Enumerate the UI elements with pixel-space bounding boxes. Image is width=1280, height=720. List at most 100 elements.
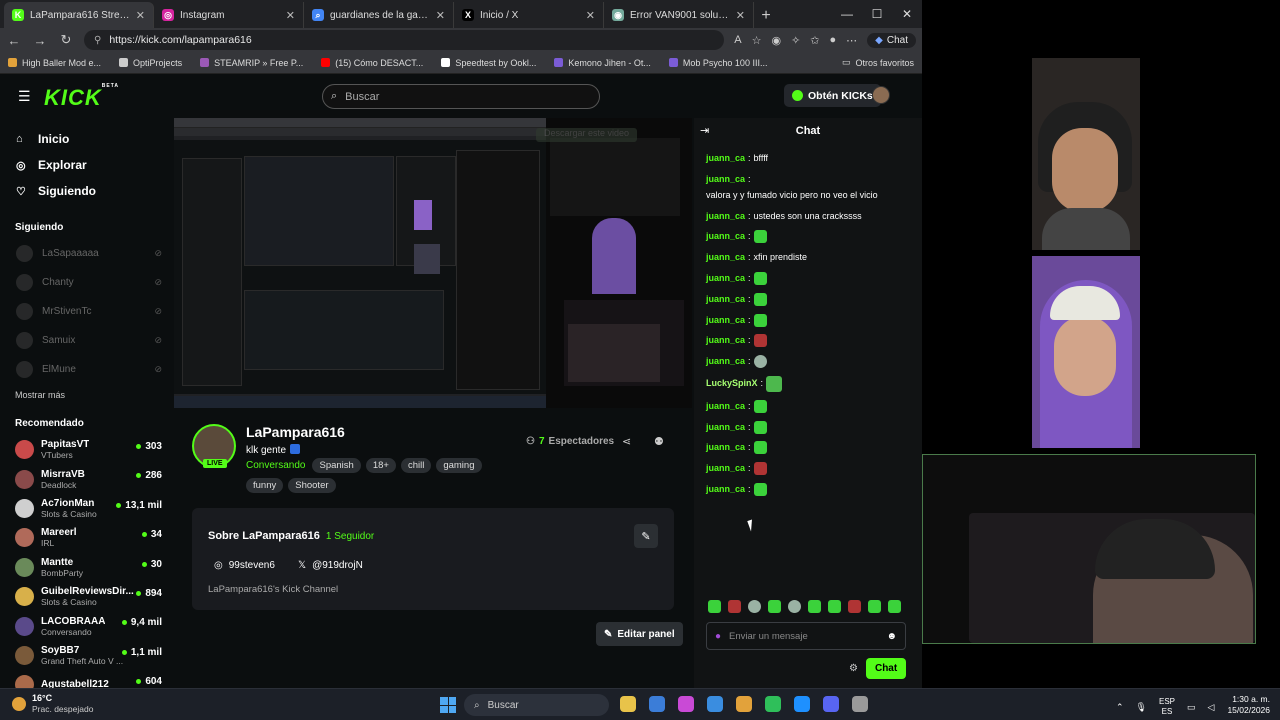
tab-0[interactable]: K LaPampara616 Stream - Watch ✕	[4, 2, 154, 28]
copilot-chat-button[interactable]: ◆ Chat	[867, 32, 916, 48]
tag-chip[interactable]: Spanish	[312, 458, 361, 473]
tab-1[interactable]: ◎ Instagram ✕	[154, 2, 304, 28]
chat-username[interactable]: juann_ca	[706, 355, 745, 368]
back-arrow-icon[interactable]: ←	[6, 33, 22, 48]
chat-username[interactable]: juann_ca	[706, 173, 745, 186]
bookmark-item[interactable]: High Baller Mod e...	[8, 58, 101, 68]
read-aloud-icon[interactable]: A	[734, 34, 741, 46]
minimize-button[interactable]: —	[832, 7, 862, 21]
other-favorites-folder[interactable]: ▭ Otros favoritos	[842, 57, 914, 68]
taskbar-search[interactable]: ⌕ Buscar	[464, 694, 609, 716]
following-item[interactable]: LaSapaaaaa ⊘	[0, 239, 176, 268]
bookmark-item[interactable]: STEAMRIP » Free P...	[200, 58, 303, 68]
bookmark-item[interactable]: Speedtest by Ookl...	[441, 58, 536, 68]
favorites-icon[interactable]: ✩	[810, 34, 819, 47]
bookmark-item[interactable]: (15) Cómo DESACT...	[321, 58, 423, 68]
tab-3[interactable]: X Inicio / X ✕	[454, 2, 604, 28]
microphone-icon[interactable]: ●	[715, 631, 721, 642]
show-more-link[interactable]: Mostrar más	[0, 390, 176, 400]
taskbar-app-icon[interactable]	[852, 696, 868, 712]
tab-4[interactable]: ◉ Error VAN9001 solución ✕	[604, 2, 754, 28]
bookmark-item[interactable]: OptiProjects	[119, 58, 182, 68]
following-item[interactable]: Chanty ⊘	[0, 268, 176, 297]
taskbar-app-icon[interactable]	[794, 696, 810, 712]
following-item[interactable]: ElMune ⊘	[0, 355, 176, 384]
more-menu-icon[interactable]: ⋯	[846, 34, 857, 47]
chat-username[interactable]: juann_ca	[706, 462, 745, 475]
close-icon[interactable]: ✕	[136, 9, 145, 22]
gear-icon[interactable]: ⚙	[849, 663, 858, 674]
edit-panel-button[interactable]: ✎ Editar panel	[596, 622, 683, 646]
get-kicks-button[interactable]: Obtén KICKs	[784, 84, 881, 107]
taskbar-app-icon[interactable]	[649, 696, 665, 712]
emoji-picker-icon[interactable]: ☻	[886, 631, 897, 642]
nav-item-siguiendo[interactable]: ♡ Siguiendo	[0, 178, 176, 204]
emote-icon[interactable]	[828, 600, 841, 613]
following-item[interactable]: Samuix ⊘	[0, 326, 176, 355]
chat-username[interactable]: juann_ca	[706, 400, 745, 413]
menu-icon[interactable]: ☰	[18, 88, 31, 105]
send-chat-button[interactable]: Chat	[865, 658, 907, 679]
monitor-icon[interactable]: ▭	[1187, 702, 1196, 713]
follow-user-icon[interactable]: ⚉	[654, 435, 664, 448]
chat-username[interactable]: LuckySpinX	[706, 377, 758, 390]
close-icon[interactable]: ✕	[736, 9, 745, 22]
chat-username[interactable]: juann_ca	[706, 314, 745, 327]
system-clock[interactable]: 1:30 a. m. 15/02/2026	[1222, 694, 1270, 716]
chat-username[interactable]: juann_ca	[706, 483, 745, 496]
video-player[interactable]: Descargar este video	[174, 118, 692, 408]
instagram-link[interactable]: ◎ 99steven6	[214, 560, 275, 571]
nav-item-explorar[interactable]: ◎ Explorar	[0, 152, 176, 178]
chat-username[interactable]: juann_ca	[706, 230, 745, 243]
close-icon[interactable]: ✕	[286, 9, 295, 22]
emote-icon[interactable]	[768, 600, 781, 613]
chat-username[interactable]: juann_ca	[706, 293, 745, 306]
new-tab-button[interactable]: +	[754, 7, 778, 25]
taskbar-app-icon[interactable]	[707, 696, 723, 712]
recommended-item[interactable]: Mareerl IRL 34	[0, 523, 176, 552]
recommended-item[interactable]: GuibelReviewsDir... Slots & Casino 894	[0, 582, 176, 611]
recommended-item[interactable]: Ac7ionMan Slots & Casino 13,1 mil	[0, 494, 176, 523]
tag-chip[interactable]: Shooter	[288, 478, 336, 493]
chevron-up-icon[interactable]: ⌃	[1116, 702, 1124, 713]
microphone-icon[interactable]: 🎙	[1136, 702, 1147, 713]
puzzle-icon[interactable]: ✧	[791, 34, 800, 47]
bookmark-item[interactable]: Kemono Jihen - Ot...	[554, 58, 651, 68]
language-indicator[interactable]: ESP ES	[1159, 697, 1175, 717]
recommended-item[interactable]: SoyBB7 Grand Theft Auto V ... 1,1 mil	[0, 641, 176, 670]
taskbar-app-icon[interactable]	[678, 696, 694, 712]
recommended-item[interactable]: Mantte BombParty 30	[0, 553, 176, 582]
download-video-pill[interactable]: Descargar este video	[536, 128, 638, 142]
chat-username[interactable]: juann_ca	[706, 251, 745, 264]
chat-username[interactable]: juann_ca	[706, 272, 745, 285]
tag-chip[interactable]: chill	[400, 458, 432, 473]
extension-icon[interactable]: ◉	[771, 34, 781, 47]
taskbar-app-icon[interactable]	[823, 696, 839, 712]
weather-widget[interactable]: 16°C Prac. despejado	[12, 693, 93, 715]
recommended-item[interactable]: PapitasVT VTubers 303	[0, 435, 176, 464]
reload-icon[interactable]: ↻	[58, 32, 74, 48]
emote-icon[interactable]	[728, 600, 741, 613]
tag-chip[interactable]: 18+	[365, 458, 396, 473]
channel-name[interactable]: LaPampara616	[246, 424, 345, 440]
emote-icon[interactable]	[788, 600, 801, 613]
windows-start-icon[interactable]	[440, 697, 456, 713]
share-icon[interactable]: ⋖	[622, 435, 631, 448]
emote-icon[interactable]	[808, 600, 821, 613]
recommended-item[interactable]: LACOBRAAA Conversando 9,4 mil	[0, 611, 176, 640]
chat-input[interactable]: ● Enviar un mensaje ☻	[706, 622, 906, 650]
bookmark-item[interactable]: Mob Psycho 100 III...	[668, 58, 767, 68]
taskbar-app-icon[interactable]	[765, 696, 781, 712]
maximize-button[interactable]: ☐	[862, 7, 892, 21]
taskbar-app-icon[interactable]	[736, 696, 752, 712]
emote-icon[interactable]	[708, 600, 721, 613]
nav-item-inicio[interactable]: ⌂ Inicio	[0, 126, 176, 152]
emote-icon[interactable]	[848, 600, 861, 613]
user-avatar[interactable]	[872, 86, 890, 104]
recommended-item[interactable]: MisrraVB Deadlock 286	[0, 464, 176, 493]
speaker-icon[interactable]: ◁	[1208, 702, 1215, 713]
tab-2[interactable]: ⌕ guardianes de la galaxia juego ✕	[304, 2, 454, 28]
close-icon[interactable]: ✕	[436, 9, 445, 22]
chat-username[interactable]: juann_ca	[706, 210, 745, 223]
taskbar-app-icon[interactable]	[620, 696, 636, 712]
